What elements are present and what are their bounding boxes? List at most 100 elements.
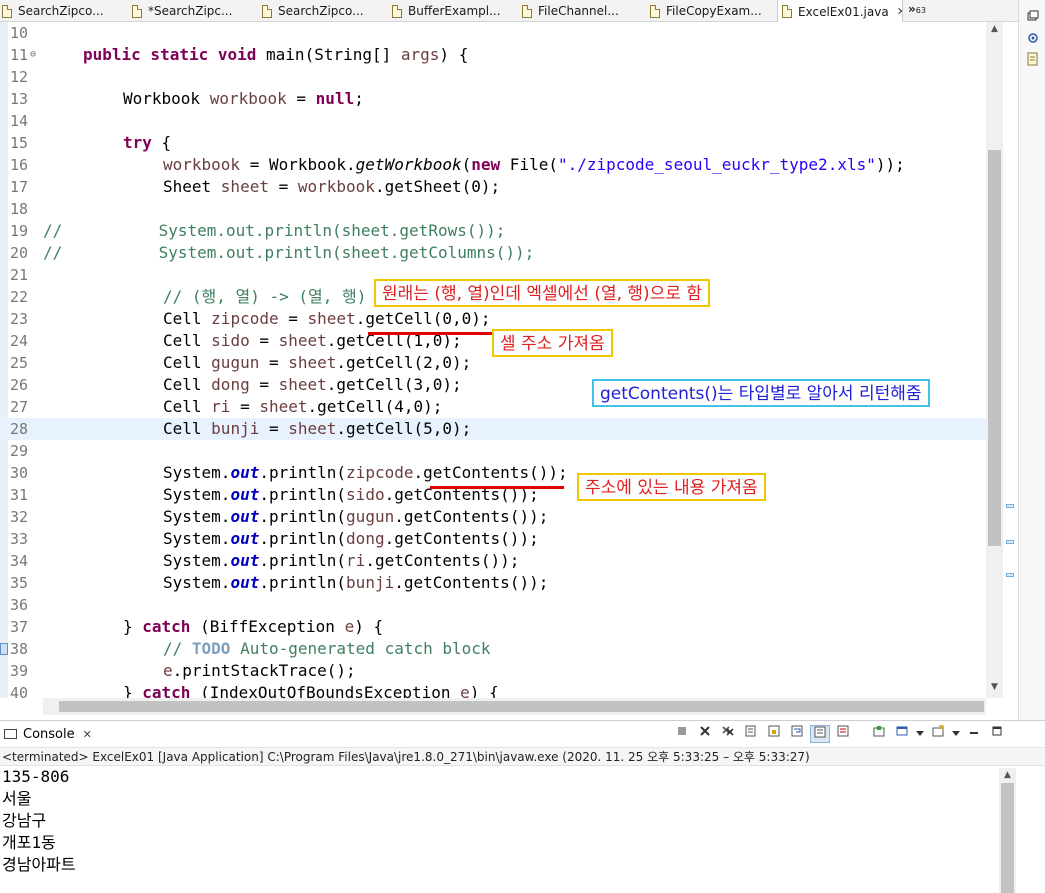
code-editor[interactable]: 10 11 ⊖ public static void main(String[] a… xyxy=(0,22,1018,698)
line-number: 20 xyxy=(10,244,29,262)
java-file-icon xyxy=(392,4,402,18)
overview-marker[interactable] xyxy=(1006,573,1014,577)
tab-file-channel[interactable]: FileChannel... xyxy=(522,0,650,22)
console-icon xyxy=(4,729,17,739)
restore-icon[interactable] xyxy=(1026,10,1040,24)
open-console-icon[interactable] xyxy=(928,725,948,743)
code-line: 11 ⊖ public static void main(String[] args… xyxy=(0,44,986,66)
editor-hscroll-thumb[interactable] xyxy=(59,701,984,712)
code-text: Cell ri = sheet.getCell(4,0); xyxy=(163,397,443,416)
tab-label: BufferExampl... xyxy=(408,4,501,18)
code-text: } catch (BiffException e) { xyxy=(123,617,384,636)
line-number: 21 xyxy=(10,266,29,284)
overview-marker[interactable] xyxy=(1006,504,1014,508)
console-tab[interactable]: Console ✕ xyxy=(0,721,92,747)
show-on-stdout-icon[interactable] xyxy=(810,725,830,743)
close-icon[interactable]: ✕ xyxy=(897,5,902,18)
line-number: 17 xyxy=(10,178,29,196)
code-line: 19 // System.out.println(sheet.getRows())… xyxy=(0,220,986,242)
java-file-icon xyxy=(782,5,792,18)
show-on-stderr-icon[interactable] xyxy=(833,725,853,743)
annotation-note-get-contents: getContents()는 타입별로 알아서 리턴해줌 xyxy=(592,379,930,407)
editor-scroll-thumb[interactable] xyxy=(988,150,1001,546)
code-line: 33 System.out.println(dong.getContents())… xyxy=(0,528,986,550)
tab-excel-ex01[interactable]: ExcelEx01.java ✕ xyxy=(777,0,903,23)
code-text: } catch (IndexOutOfBoundsException e) { xyxy=(123,683,499,698)
line-number: 10 xyxy=(10,24,29,42)
editor-tab-bar: SearchZipco... *SearchZipc... SearchZipc… xyxy=(0,0,1018,23)
code-text: try { xyxy=(123,133,172,152)
word-wrap-icon[interactable] xyxy=(787,725,807,743)
toolbar-separator xyxy=(856,725,866,743)
line-number: 30 xyxy=(10,464,29,482)
fold-icon[interactable]: ⊖ xyxy=(30,44,36,66)
declaration-icon[interactable] xyxy=(1026,52,1040,66)
dropdown-chevron-icon[interactable] xyxy=(915,725,925,743)
minimize-icon[interactable] xyxy=(964,725,984,743)
code-line: 37} catch (BiffException e) { xyxy=(0,616,986,638)
line-number: 35 xyxy=(10,574,29,592)
code-text: System.out.println(bunji.getContents()); xyxy=(163,573,549,592)
line-number: 39 xyxy=(10,662,29,680)
line-number: 38 xyxy=(10,640,29,658)
line-number: 24 xyxy=(10,332,29,350)
code-text: public static void main(String[] args) { xyxy=(83,45,469,64)
code-line: 13 Workbook workbook = null; xyxy=(0,88,986,110)
code-line: 17 Sheet sheet = workbook.getSheet(0); xyxy=(0,176,986,198)
pin-console-icon[interactable] xyxy=(869,725,889,743)
chevron-double-right-icon: » xyxy=(908,2,916,16)
code-line: 32 System.out.println(gugun.getContents()… xyxy=(0,506,986,528)
tab-label: FileCopyExam... xyxy=(666,4,762,18)
code-line: 29 xyxy=(0,440,986,462)
code-text: Cell zipcode = sheet.getCell(0,0); xyxy=(163,309,491,328)
line-number: 12 xyxy=(10,68,29,86)
line-number: 18 xyxy=(10,200,29,218)
line-number: 34 xyxy=(10,552,29,570)
line-number: 14 xyxy=(10,112,29,130)
maximize-icon[interactable] xyxy=(987,725,1007,743)
tab-file-copy-example[interactable]: FileCopyExam... xyxy=(650,0,778,22)
line-number: 29 xyxy=(10,442,29,460)
scroll-down-icon[interactable]: ▼ xyxy=(988,682,1001,692)
scroll-up-icon[interactable]: ▲ xyxy=(1001,770,1014,780)
annotation-underline xyxy=(368,332,492,335)
javadoc-icon[interactable] xyxy=(1026,32,1040,46)
overview-marker[interactable] xyxy=(1006,540,1014,544)
close-icon[interactable]: ✕ xyxy=(83,728,92,741)
console-status-line: <terminated> ExcelEx01 [Java Application… xyxy=(0,747,1045,766)
scroll-up-icon[interactable]: ▲ xyxy=(988,24,1001,34)
console-output-line: 개포1동 xyxy=(2,833,56,852)
tab-overflow-button[interactable]: »63 xyxy=(908,2,926,16)
console-output-line: 서울 xyxy=(2,789,32,808)
line-number: 15 xyxy=(10,134,29,152)
line-number: 28 xyxy=(10,420,29,438)
console-view: Console ✕ <terminated> ExcelEx01 [Java A… xyxy=(0,720,1045,893)
tab-label: ExcelEx01.java xyxy=(798,4,889,19)
terminate-icon[interactable] xyxy=(672,725,692,743)
annotation-note-row-col: 원래는 (행, 열)인데 엑셀에선 (열, 행)으로 함 xyxy=(374,279,710,307)
dropdown-chevron-icon[interactable] xyxy=(951,725,961,743)
tab-label: FileChannel... xyxy=(538,4,619,18)
scroll-lock-icon[interactable] xyxy=(764,725,784,743)
tab-search-zipcode-1[interactable]: SearchZipco... xyxy=(2,0,130,22)
remove-all-launches-icon[interactable] xyxy=(718,725,738,743)
code-line: 23 Cell zipcode = sheet.getCell(0,0); xyxy=(0,308,986,330)
tab-search-zipcode-dirty[interactable]: *SearchZipc... xyxy=(132,0,260,22)
line-number: 40 xyxy=(10,684,29,698)
line-number: 36 xyxy=(10,596,29,614)
code-text: e.printStackTrace(); xyxy=(163,661,356,680)
clear-console-icon[interactable] xyxy=(741,725,761,743)
line-number: 22 xyxy=(10,288,29,306)
java-file-icon xyxy=(650,4,660,18)
console-output-line: 강남구 xyxy=(2,811,47,830)
java-file-icon xyxy=(522,4,532,18)
remove-launch-icon[interactable] xyxy=(695,725,715,743)
line-number: 27 xyxy=(10,398,29,416)
tab-search-zipcode-2[interactable]: SearchZipco... xyxy=(262,0,390,22)
task-marker-icon[interactable] xyxy=(0,643,8,655)
console-scroll-thumb[interactable] xyxy=(1001,783,1014,893)
tab-label: *SearchZipc... xyxy=(148,4,233,18)
tab-buffer-example[interactable]: BufferExampl... xyxy=(392,0,520,22)
display-console-icon[interactable] xyxy=(892,725,912,743)
code-line-current: 28 Cell bunji = sheet.getCell(5,0); xyxy=(0,418,986,440)
